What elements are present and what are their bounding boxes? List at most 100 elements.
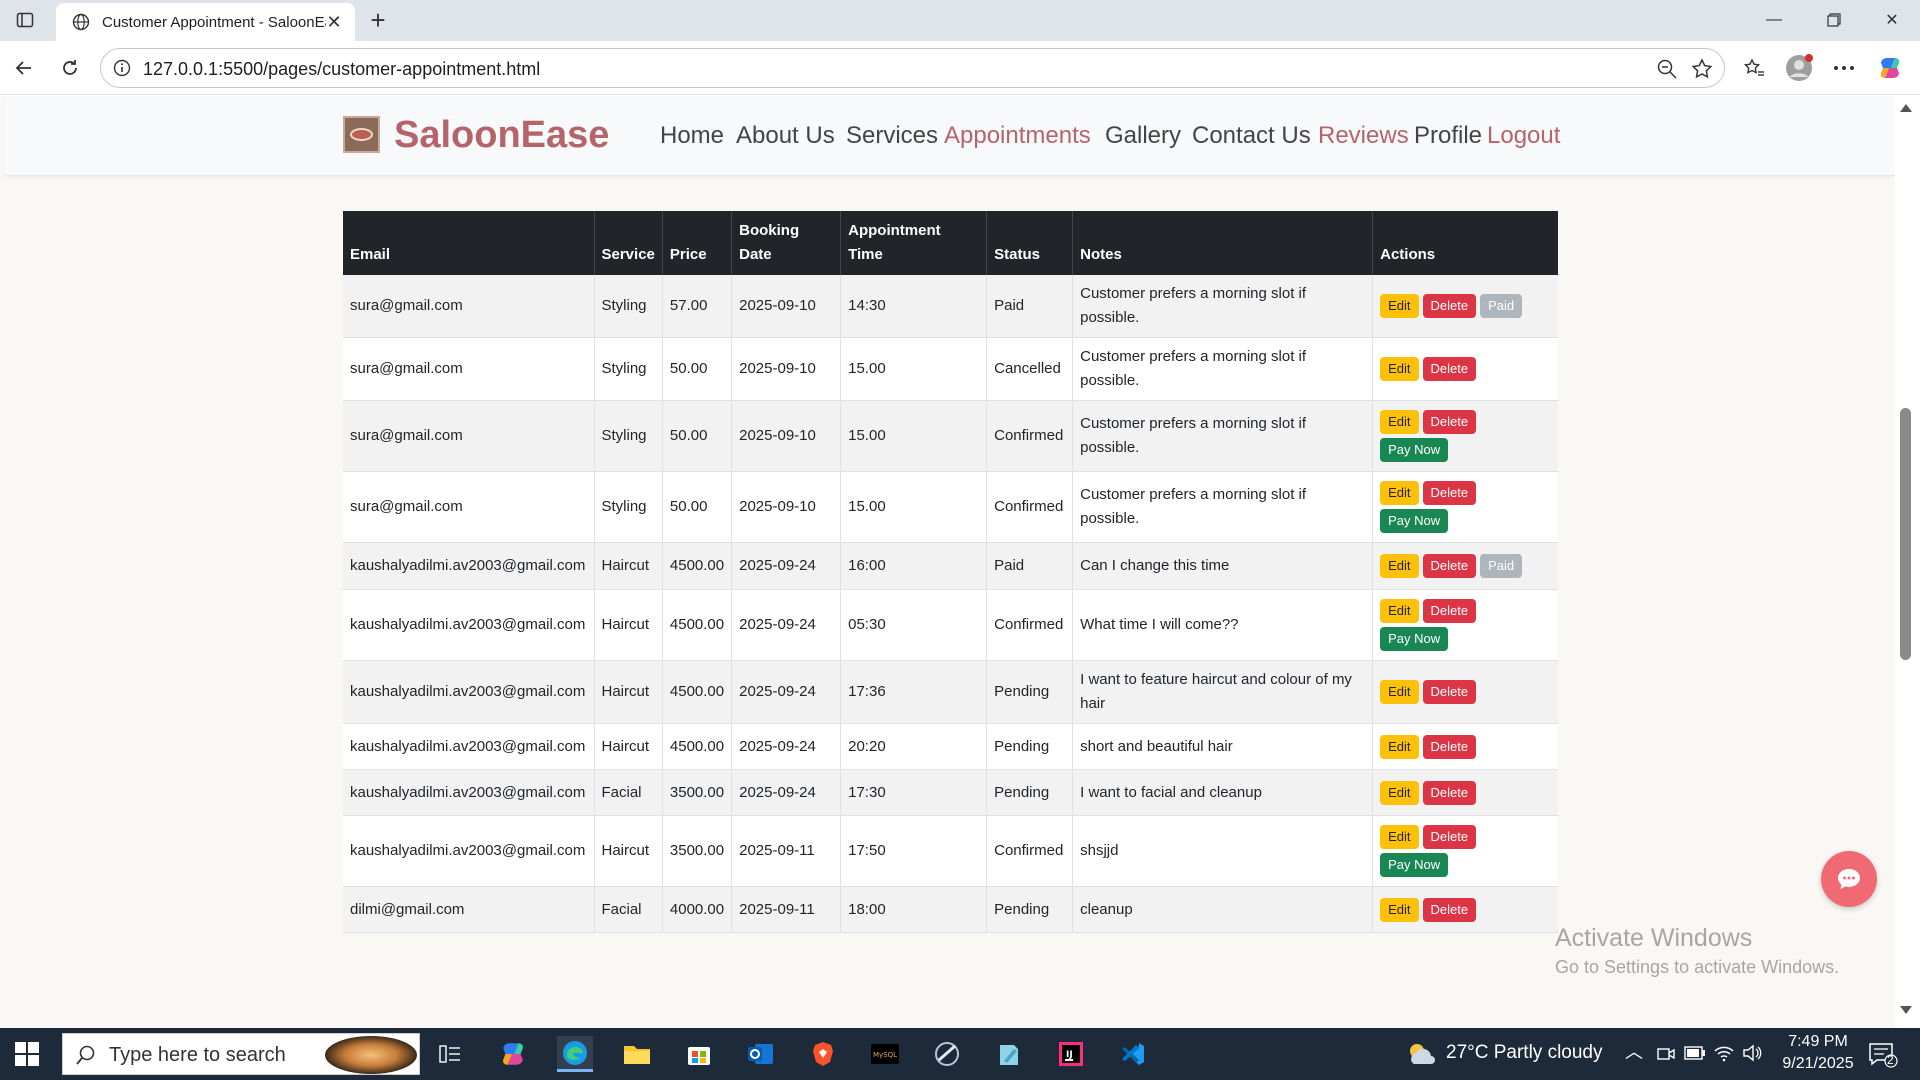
table-row: sura@gmail.com Styling 57.00 2025-09-10 14:3…	[343, 275, 1558, 338]
outlook-icon[interactable]	[743, 1036, 779, 1072]
nav-reviews[interactable]: Reviews	[1318, 122, 1409, 150]
show-hidden-icons-chevron-icon[interactable]: ︿	[1625, 1038, 1643, 1064]
clock-time[interactable]: 7:49 PM	[1783, 1033, 1853, 1051]
nav-gallery[interactable]: Gallery	[1105, 122, 1181, 150]
table-row: kaushalyadilmi.av2003@gmail.com Haircut 45…	[343, 660, 1558, 724]
delete-button[interactable]: Delete	[1422, 734, 1477, 759]
task-view-icon[interactable]	[432, 1036, 468, 1072]
brand-name[interactable]: SaloonEase	[394, 114, 609, 157]
favorites-icon[interactable]	[1740, 54, 1768, 82]
cell-status: Paid	[986, 542, 1074, 590]
minimize-icon[interactable]: —	[1746, 4, 1802, 36]
back-arrow-icon[interactable]	[8, 52, 40, 84]
delete-button[interactable]: Delete	[1422, 680, 1477, 704]
delete-button[interactable]: Delete	[1422, 780, 1477, 805]
edit-button[interactable]: Edit	[1380, 554, 1419, 578]
nav-appointments[interactable]: Appointments	[944, 122, 1091, 150]
zoom-out-icon[interactable]	[1656, 58, 1678, 80]
windows-start-icon[interactable]	[14, 1041, 40, 1067]
pay-now-button[interactable]: Pay Now	[1380, 438, 1449, 462]
copilot-taskbar-icon[interactable]	[495, 1036, 531, 1072]
edit-button[interactable]: Edit	[1380, 294, 1419, 318]
scroll-down-arrow-icon[interactable]	[1900, 1006, 1912, 1014]
table-header-row: Email Service Price Booking Date Appoint…	[343, 211, 1558, 275]
nav-profile[interactable]: Profile	[1414, 122, 1482, 150]
volume-icon[interactable]	[1742, 1044, 1762, 1062]
cell-service: Styling	[594, 471, 663, 543]
notification-count: 2	[1887, 1053, 1894, 1067]
weather-text[interactable]: 27°C Partly cloudy	[1446, 1042, 1603, 1064]
windows-taskbar: Type here to search MySQL IJ 27°C Partly…	[0, 1028, 1920, 1080]
close-tab-icon[interactable]: ✕	[325, 13, 343, 31]
nav-about-us[interactable]: About Us	[736, 122, 835, 150]
scroll-up-arrow-icon[interactable]	[1900, 104, 1912, 112]
brave-browser-icon[interactable]	[805, 1036, 841, 1072]
profile-avatar-icon[interactable]	[1785, 54, 1813, 82]
favorite-star-icon[interactable]	[1690, 57, 1714, 81]
vs-code-icon[interactable]	[1115, 1036, 1151, 1072]
new-tab-button[interactable]: +	[363, 6, 393, 36]
taskbar-search-box[interactable]: Type here to search	[62, 1033, 420, 1075]
tab-actions-icon[interactable]	[8, 6, 42, 34]
paid-button[interactable]: Paid	[1480, 294, 1523, 318]
edit-button[interactable]: Edit	[1380, 897, 1419, 922]
edit-button[interactable]: Edit	[1380, 780, 1419, 805]
edit-button[interactable]: Edit	[1380, 825, 1419, 849]
delete-button[interactable]: Delete	[1422, 410, 1477, 434]
edit-button[interactable]: Edit	[1380, 680, 1419, 704]
mysql-workbench-icon[interactable]: MySQL	[867, 1036, 903, 1072]
delete-button[interactable]: Delete	[1422, 599, 1477, 623]
meet-now-icon[interactable]	[1656, 1044, 1676, 1064]
cell-time: 15.00	[840, 471, 988, 543]
copilot-icon[interactable]	[1876, 54, 1904, 82]
cell-price: 50.00	[662, 471, 733, 543]
scrollbar-thumb[interactable]	[1900, 408, 1911, 660]
site-navbar: SaloonEase Home About Us Services Appoin…	[5, 96, 1895, 176]
delete-button[interactable]: Delete	[1422, 357, 1477, 381]
pay-now-button[interactable]: Pay Now	[1380, 627, 1449, 651]
reload-icon[interactable]	[54, 52, 86, 84]
restore-icon[interactable]	[1806, 4, 1862, 36]
pay-now-button[interactable]: Pay Now	[1380, 853, 1449, 877]
address-bar[interactable]: 127.0.0.1:5500/pages/customer-appointmen…	[100, 48, 1725, 88]
delete-button[interactable]: Delete	[1422, 294, 1477, 318]
notepad-icon[interactable]	[991, 1036, 1027, 1072]
weather-partly-cloudy-icon[interactable]	[1406, 1040, 1436, 1068]
microsoft-store-icon[interactable]	[681, 1036, 717, 1072]
edit-button[interactable]: Edit	[1380, 481, 1419, 505]
nav-logout[interactable]: Logout	[1487, 122, 1560, 150]
activate-windows-watermark: Activate Windows Go to Settings to activ…	[1555, 924, 1839, 978]
battery-icon[interactable]	[1684, 1046, 1706, 1060]
nav-contact-us[interactable]: Contact Us	[1192, 122, 1311, 150]
delete-button[interactable]: Delete	[1422, 554, 1477, 578]
clock-date[interactable]: 9/21/2025	[1776, 1055, 1860, 1073]
file-explorer-icon[interactable]	[619, 1036, 655, 1072]
paid-button[interactable]: Paid	[1480, 554, 1523, 578]
nav-home[interactable]: Home	[660, 122, 724, 150]
pay-now-button[interactable]: Pay Now	[1380, 509, 1449, 533]
delete-button[interactable]: Delete	[1422, 897, 1477, 922]
cell-actions: Edit Delete	[1372, 337, 1558, 401]
chat-button[interactable]	[1821, 851, 1877, 907]
site-info-icon[interactable]	[113, 59, 131, 77]
edge-browser-icon[interactable]	[557, 1036, 593, 1072]
delete-button[interactable]: Delete	[1422, 481, 1477, 505]
edit-button[interactable]: Edit	[1380, 734, 1419, 759]
cell-status: Confirmed	[986, 815, 1074, 887]
intellij-idea-icon[interactable]: IJ	[1053, 1036, 1089, 1072]
cell-time: 16:00	[840, 542, 988, 590]
close-window-icon[interactable]: ✕	[1864, 4, 1920, 36]
eclipse-ide-icon[interactable]	[929, 1036, 965, 1072]
cell-status: Confirmed	[986, 589, 1074, 661]
edit-button[interactable]: Edit	[1380, 357, 1419, 381]
brand-logo[interactable]	[343, 116, 380, 153]
wifi-icon[interactable]	[1714, 1044, 1734, 1062]
cell-notes: Customer prefers a morning slot if possi…	[1072, 400, 1374, 472]
cell-price: 3500.00	[662, 815, 733, 887]
edit-button[interactable]: Edit	[1380, 599, 1419, 623]
browser-tab-active[interactable]: Customer Appointment - SaloonEase ✕	[56, 3, 355, 41]
nav-services[interactable]: Services	[846, 122, 938, 150]
delete-button[interactable]: Delete	[1422, 825, 1477, 849]
edit-button[interactable]: Edit	[1380, 410, 1419, 434]
more-menu-icon[interactable]	[1830, 54, 1858, 82]
